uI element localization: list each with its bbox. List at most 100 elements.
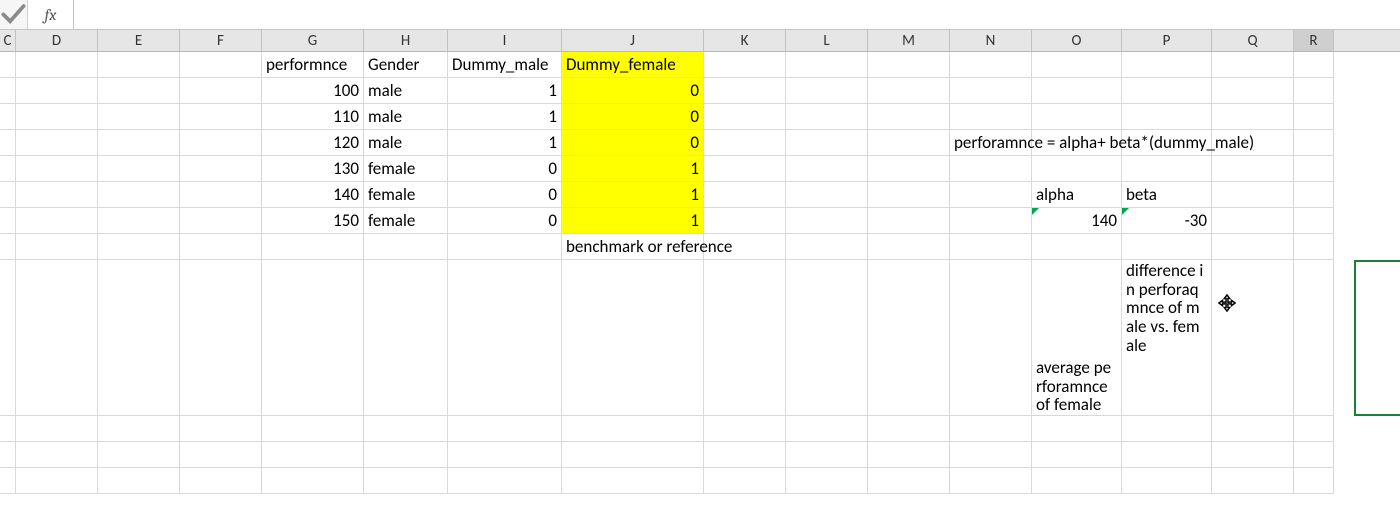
cell[interactable] <box>868 234 950 260</box>
cell-J1[interactable]: Dummy_female <box>562 52 704 78</box>
cell[interactable] <box>868 104 950 130</box>
cell[interactable] <box>786 208 868 234</box>
cell-beta-value[interactable]: -30 <box>1122 208 1212 234</box>
cell[interactable] <box>262 260 364 416</box>
cell[interactable] <box>1212 52 1294 78</box>
cell[interactable] <box>1212 156 1294 182</box>
cell[interactable] <box>1294 52 1334 78</box>
col-E[interactable]: E <box>98 30 180 51</box>
cell[interactable] <box>562 468 704 494</box>
cell[interactable] <box>1212 468 1294 494</box>
cell[interactable]: male <box>364 104 448 130</box>
cell[interactable] <box>786 182 868 208</box>
cell[interactable]: 1 <box>562 156 704 182</box>
cell[interactable] <box>448 416 562 442</box>
col-P[interactable]: P <box>1122 30 1212 51</box>
cell[interactable] <box>868 208 950 234</box>
cell[interactable] <box>16 52 98 78</box>
cell[interactable] <box>1212 260 1294 416</box>
cell[interactable] <box>1032 78 1122 104</box>
cell[interactable] <box>16 130 98 156</box>
cell[interactable] <box>180 208 262 234</box>
cell[interactable] <box>0 442 16 468</box>
cell[interactable] <box>180 130 262 156</box>
cell[interactable] <box>786 260 868 416</box>
col-K[interactable]: K <box>704 30 786 51</box>
cell[interactable] <box>364 468 448 494</box>
cell[interactable] <box>0 260 16 416</box>
cell[interactable] <box>0 104 16 130</box>
cell[interactable] <box>0 78 16 104</box>
cell[interactable] <box>950 208 1032 234</box>
cell-H1[interactable]: Gender <box>364 52 448 78</box>
cell[interactable] <box>1212 78 1294 104</box>
cell-note[interactable]: benchmark or reference <box>562 234 704 260</box>
cell[interactable] <box>1122 104 1212 130</box>
cell[interactable] <box>180 234 262 260</box>
cell[interactable] <box>16 442 98 468</box>
cell[interactable]: 110 <box>262 104 364 130</box>
cell-G1[interactable]: performnce <box>262 52 364 78</box>
col-R[interactable]: R <box>1294 30 1334 51</box>
cell[interactable]: 0 <box>448 208 562 234</box>
col-I[interactable]: I <box>448 30 562 51</box>
cell[interactable] <box>364 260 448 416</box>
cell-formula[interactable]: perforamnce = alpha+ beta*(dummy_male) <box>950 130 1032 156</box>
cell[interactable] <box>868 156 950 182</box>
cell[interactable] <box>180 416 262 442</box>
cell[interactable] <box>868 260 950 416</box>
cell[interactable] <box>1122 416 1212 442</box>
cell[interactable] <box>704 104 786 130</box>
cell[interactable] <box>364 442 448 468</box>
cell[interactable] <box>562 442 704 468</box>
cell[interactable] <box>1294 442 1334 468</box>
cell[interactable] <box>1294 416 1334 442</box>
cell[interactable] <box>0 52 16 78</box>
cell[interactable]: male <box>364 78 448 104</box>
cell[interactable] <box>180 156 262 182</box>
cell[interactable] <box>786 78 868 104</box>
cell[interactable] <box>180 260 262 416</box>
cell[interactable] <box>0 416 16 442</box>
cell[interactable] <box>180 104 262 130</box>
cell[interactable] <box>0 468 16 494</box>
cell[interactable]: female <box>364 208 448 234</box>
col-J[interactable]: J <box>562 30 704 51</box>
cell[interactable] <box>1122 442 1212 468</box>
cell[interactable]: 150 <box>262 208 364 234</box>
cell[interactable] <box>98 442 180 468</box>
cell[interactable] <box>16 208 98 234</box>
cell[interactable] <box>16 468 98 494</box>
cell[interactable] <box>1294 260 1334 416</box>
cell[interactable] <box>98 468 180 494</box>
cell[interactable] <box>868 442 950 468</box>
cell[interactable]: male <box>364 130 448 156</box>
cell[interactable] <box>98 234 180 260</box>
cell[interactable] <box>1294 78 1334 104</box>
cell[interactable] <box>1032 234 1122 260</box>
cell[interactable] <box>868 130 950 156</box>
cell[interactable] <box>1032 52 1122 78</box>
cell[interactable]: 140 <box>262 182 364 208</box>
cell[interactable]: 1 <box>448 78 562 104</box>
col-N[interactable]: N <box>950 30 1032 51</box>
cell[interactable] <box>868 78 950 104</box>
cell[interactable] <box>16 78 98 104</box>
cell[interactable] <box>786 416 868 442</box>
cell[interactable] <box>704 208 786 234</box>
cell[interactable] <box>98 52 180 78</box>
cell[interactable] <box>1294 104 1334 130</box>
cell[interactable] <box>180 78 262 104</box>
cell[interactable] <box>16 416 98 442</box>
spreadsheet-grid[interactable]: performnce Gender Dummy_male Dummy_femal… <box>0 52 1400 525</box>
cell[interactable] <box>786 442 868 468</box>
cell-beta-label[interactable]: beta <box>1122 182 1212 208</box>
cell[interactable] <box>448 234 562 260</box>
cell[interactable] <box>562 416 704 442</box>
cell[interactable] <box>180 52 262 78</box>
cell[interactable] <box>950 468 1032 494</box>
fx-button[interactable]: fx <box>28 0 74 29</box>
cell[interactable] <box>180 442 262 468</box>
cell[interactable] <box>98 416 180 442</box>
cell[interactable]: 0 <box>562 130 704 156</box>
